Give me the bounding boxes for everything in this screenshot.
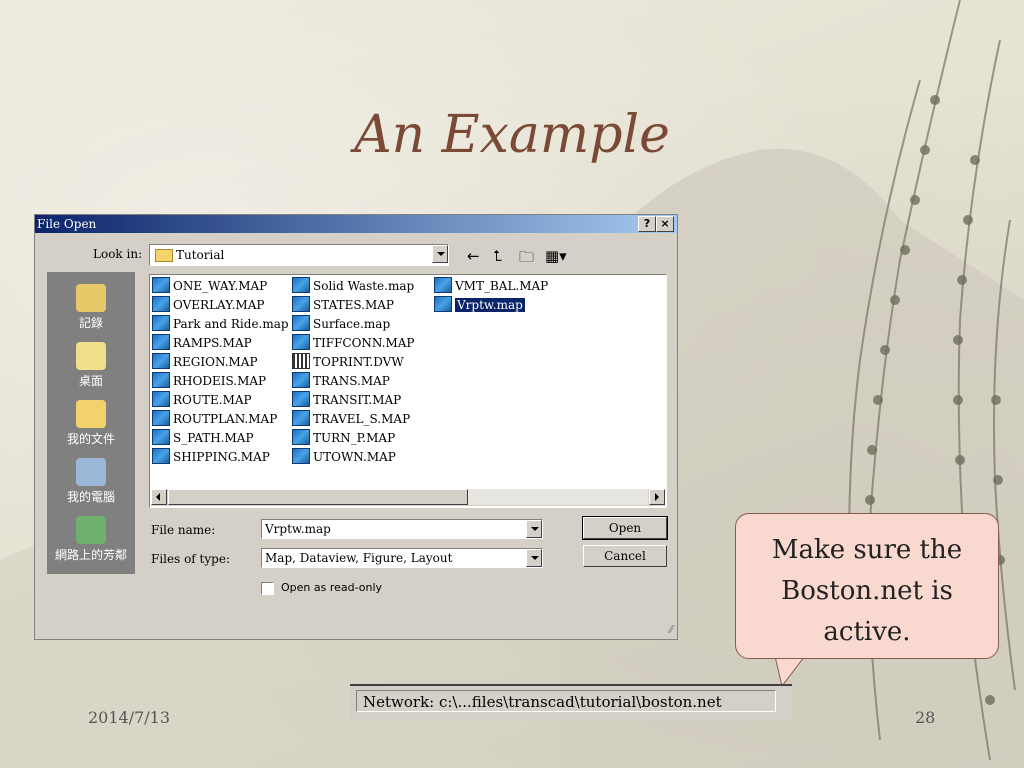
map-file-icon: [292, 372, 310, 388]
close-button[interactable]: ×: [656, 216, 674, 232]
look-in-value: Tutorial: [176, 248, 225, 262]
map-file-icon: [152, 296, 170, 312]
place-my-documents[interactable]: 我的文件: [47, 400, 135, 447]
slide-date: 2014/7/13: [88, 708, 171, 727]
map-file-icon: [292, 391, 310, 407]
status-text: Network: c:\...files\transcad\tutorial\b…: [363, 693, 722, 711]
look-in-label: Look in:: [93, 247, 143, 261]
place-my-computer[interactable]: 我的電腦: [47, 458, 135, 505]
map-file-icon: [152, 429, 170, 445]
network-icon: [76, 516, 106, 544]
readonly-label: Open as read-only: [281, 581, 383, 594]
list-item[interactable]: TOPRINT.DVW: [292, 353, 404, 371]
slide-title: An Example: [354, 105, 670, 165]
map-file-icon: [292, 410, 310, 426]
list-item[interactable]: Solid Waste.map: [292, 277, 414, 295]
list-item[interactable]: TIFFCONN.MAP: [292, 334, 415, 352]
scroll-left-button[interactable]: [151, 489, 167, 505]
callout-text: Make sure the Boston.net is active.: [771, 535, 963, 647]
file-open-dialog: File Open ? × Look in: Tutorial ← ⮤ 🗀 ▦▾…: [34, 214, 678, 640]
place-recent[interactable]: 記錄: [47, 284, 135, 331]
dialog-title: File Open: [37, 217, 97, 231]
status-panel: Network: c:\...files\transcad\tutorial\b…: [356, 690, 776, 712]
open-button[interactable]: Open: [582, 516, 668, 540]
list-item[interactable]: RAMPS.MAP: [152, 334, 252, 352]
list-item[interactable]: ROUTPLAN.MAP: [152, 410, 277, 428]
map-file-icon: [152, 353, 170, 369]
list-item[interactable]: REGION.MAP: [152, 353, 258, 371]
look-in-combo[interactable]: Tutorial: [149, 244, 449, 266]
list-item[interactable]: OVERLAY.MAP: [152, 296, 264, 314]
slide-page-number: 28: [915, 708, 936, 727]
file-name-label: File name:: [151, 523, 216, 537]
back-icon[interactable]: ←: [467, 247, 480, 265]
place-desktop[interactable]: 桌面: [47, 342, 135, 389]
resize-grip-icon[interactable]: ⁄⁄: [669, 623, 673, 636]
map-file-icon: [152, 277, 170, 293]
horizontal-scrollbar[interactable]: [151, 489, 665, 506]
list-item[interactable]: RHODEIS.MAP: [152, 372, 266, 390]
look-in-dropdown-button[interactable]: [432, 245, 448, 263]
list-item-selected[interactable]: Vrptw.map: [434, 296, 525, 314]
list-item[interactable]: STATES.MAP: [292, 296, 394, 314]
scroll-right-button[interactable]: [649, 489, 665, 505]
list-item[interactable]: TURN_P.MAP: [292, 429, 395, 447]
map-file-icon: [434, 277, 452, 293]
status-bar: Network: c:\...files\transcad\tutorial\b…: [350, 684, 792, 720]
place-network[interactable]: 網路上的芳鄰: [47, 516, 135, 563]
list-item[interactable]: Surface.map: [292, 315, 390, 333]
my-computer-icon: [76, 458, 106, 486]
up-folder-icon[interactable]: ⮤: [493, 247, 502, 265]
map-file-icon: [292, 315, 310, 331]
file-name-dropdown-button[interactable]: [526, 520, 542, 538]
map-file-icon: [152, 448, 170, 464]
files-of-type-select[interactable]: Map, Dataview, Figure, Layout: [261, 548, 543, 568]
dialog-titlebar: File Open ? ×: [35, 215, 677, 233]
map-file-icon: [152, 372, 170, 388]
list-item[interactable]: UTOWN.MAP: [292, 448, 396, 466]
scroll-track[interactable]: [468, 489, 648, 505]
map-file-icon: [292, 429, 310, 445]
list-item[interactable]: ROUTE.MAP: [152, 391, 252, 409]
list-item[interactable]: Park and Ride.map: [152, 315, 289, 333]
map-file-icon: [152, 315, 170, 331]
list-item[interactable]: S_PATH.MAP: [152, 429, 254, 447]
list-item[interactable]: TRAVEL_S.MAP: [292, 410, 410, 428]
view-menu-icon[interactable]: ▦▾: [545, 247, 567, 265]
callout-box: Make sure the Boston.net is active.: [735, 513, 999, 659]
list-item[interactable]: VMT_BAL.MAP: [434, 277, 548, 295]
map-file-icon: [292, 296, 310, 312]
map-file-icon: [152, 391, 170, 407]
map-file-icon: [292, 448, 310, 464]
file-name-field[interactable]: Vrptw.map: [261, 519, 543, 539]
map-file-icon: [152, 334, 170, 350]
desktop-icon: [76, 342, 106, 370]
map-file-icon: [292, 334, 310, 350]
readonly-checkbox[interactable]: [261, 582, 274, 595]
map-file-icon: [434, 296, 452, 312]
recent-icon: [76, 284, 106, 312]
new-folder-icon[interactable]: 🗀: [519, 247, 534, 272]
help-button[interactable]: ?: [638, 216, 656, 232]
list-item[interactable]: ONE_WAY.MAP: [152, 277, 267, 295]
file-list: ONE_WAY.MAP OVERLAY.MAP Park and Ride.ma…: [149, 274, 667, 508]
files-of-type-label: Files of type:: [151, 552, 230, 566]
places-bar: 記錄 桌面 我的文件 我的電腦 網路上的芳鄰: [47, 272, 135, 574]
map-file-icon: [152, 410, 170, 426]
list-item[interactable]: SHIPPING.MAP: [152, 448, 270, 466]
files-of-type-dropdown-button[interactable]: [526, 549, 542, 567]
my-documents-icon: [76, 400, 106, 428]
list-item[interactable]: TRANS.MAP: [292, 372, 390, 390]
folder-icon: [155, 249, 173, 262]
cancel-button[interactable]: Cancel: [583, 545, 667, 567]
scroll-thumb[interactable]: [168, 489, 468, 505]
map-file-icon: [292, 277, 310, 293]
list-item[interactable]: TRANSIT.MAP: [292, 391, 401, 409]
dataview-file-icon: [292, 353, 310, 369]
